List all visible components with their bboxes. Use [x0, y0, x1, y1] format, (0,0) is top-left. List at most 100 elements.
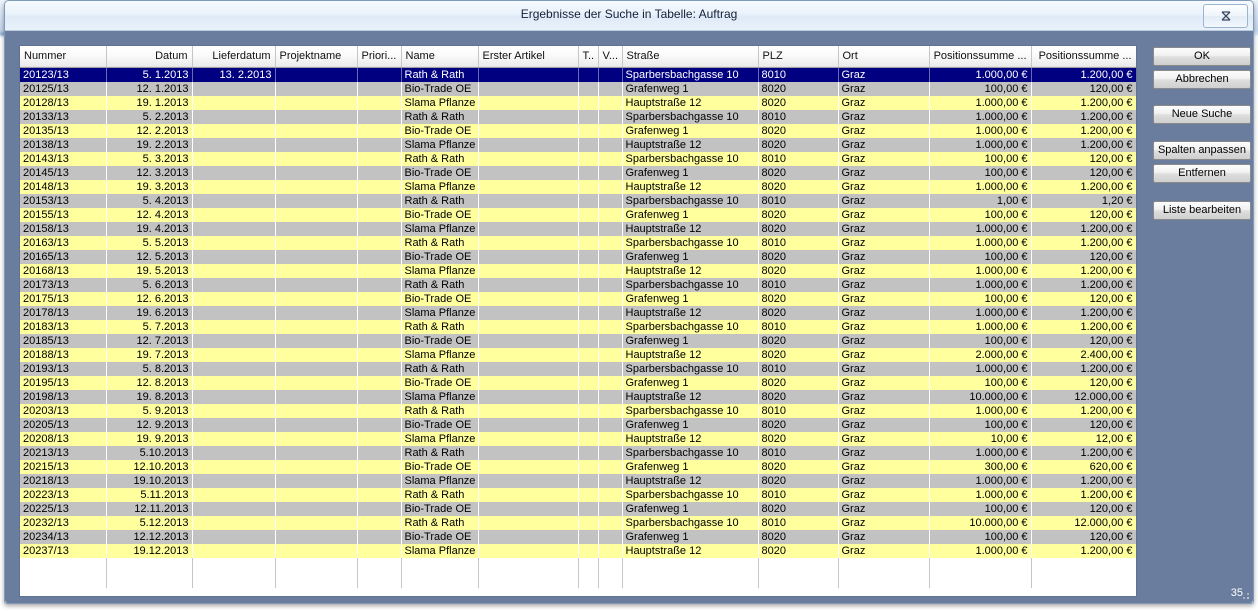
cell-r22-c6[interactable]: [478, 375, 579, 390]
cell-r8-c0[interactable]: 20148/13: [20, 179, 107, 194]
cell-r6-c11[interactable]: Graz: [838, 151, 930, 166]
cell-r29-c3[interactable]: [275, 473, 358, 488]
cell-r25-c9[interactable]: Grafenweg 1: [622, 417, 759, 432]
column-header-3[interactable]: Projektname: [275, 46, 358, 68]
cell-r20-c6[interactable]: [478, 347, 579, 362]
cell-r5-c8[interactable]: [598, 137, 623, 152]
cell-r10-c1[interactable]: 12. 4.2013: [106, 207, 193, 222]
cell-r6-c10[interactable]: 8010: [758, 151, 839, 166]
cell-r23-c11[interactable]: Graz: [838, 389, 930, 404]
column-header-6[interactable]: Erster Artikel: [478, 46, 579, 68]
cell-r9-c3[interactable]: [275, 193, 358, 208]
cell-r34-c10[interactable]: 8020: [758, 543, 839, 558]
cell-r22-c12[interactable]: 100,00 €: [929, 375, 1032, 390]
cell-r26-c8[interactable]: [598, 431, 623, 446]
cell-r32-c5[interactable]: Rath & Rath: [401, 515, 479, 530]
cell-r18-c13[interactable]: 1.200,00 €: [1031, 319, 1136, 334]
cell-r13-c1[interactable]: 12. 5.2013: [106, 249, 193, 264]
cell-r24-c13[interactable]: 1.200,00 €: [1031, 403, 1136, 418]
cell-r16-c5[interactable]: Bio-Trade OE: [401, 291, 479, 306]
cell-r3-c8[interactable]: [598, 109, 623, 124]
table-row[interactable]: 20188/13 19. 7.2013 Slama Pflanze Hauptstra…: [20, 347, 1136, 362]
cell-r3-c4[interactable]: [357, 109, 402, 124]
cell-r14-c8[interactable]: [598, 263, 623, 278]
cell-r14-c5[interactable]: Slama Pflanze: [401, 263, 479, 278]
cell-r5-c11[interactable]: Graz: [838, 137, 930, 152]
cell-r6-c7[interactable]: [578, 151, 599, 166]
cell-r7-c5[interactable]: Bio-Trade OE: [401, 165, 479, 180]
cell-r12-c12[interactable]: 1.000,00 €: [929, 235, 1032, 250]
table-row[interactable]: 20193/13 5. 8.2013 Rath & Rath Sparbersbach…: [20, 361, 1136, 376]
cell-r32-c0[interactable]: 20232/13: [20, 515, 107, 530]
cell-r20-c2[interactable]: [192, 347, 276, 362]
cell-r20-c3[interactable]: [275, 347, 358, 362]
cell-r13-c9[interactable]: Grafenweg 1: [622, 249, 759, 264]
cell-r9-c13[interactable]: 1,20 €: [1031, 193, 1136, 208]
cell-r23-c5[interactable]: Slama Pflanze: [401, 389, 479, 404]
cell-r11-c5[interactable]: Slama Pflanze: [401, 221, 479, 236]
cell-r27-c1[interactable]: 5.10.2013: [106, 445, 193, 460]
cell-r3-c5[interactable]: Rath & Rath: [401, 109, 479, 124]
cell-r17-c1[interactable]: 19. 6.2013: [106, 305, 193, 320]
cell-r14-c11[interactable]: Graz: [838, 263, 930, 278]
cell-r21-c8[interactable]: [598, 361, 623, 376]
column-header-11[interactable]: Ort: [838, 46, 930, 68]
cell-r0-c5[interactable]: Rath & Rath: [401, 67, 479, 82]
cell-r19-c7[interactable]: [578, 333, 599, 348]
column-header-7[interactable]: T..: [578, 46, 599, 68]
cell-r26-c2[interactable]: [192, 431, 276, 446]
cell-r21-c12[interactable]: 1.000,00 €: [929, 361, 1032, 376]
cell-r33-c12[interactable]: 100,00 €: [929, 529, 1032, 544]
cell-r3-c10[interactable]: 8010: [758, 109, 839, 124]
cell-r2-c4[interactable]: [357, 95, 402, 110]
cell-r30-c6[interactable]: [478, 487, 579, 502]
cell-r1-c8[interactable]: [598, 81, 623, 96]
cell-r31-c10[interactable]: 8020: [758, 501, 839, 516]
cell-r34-c1[interactable]: 19.12.2013: [106, 543, 193, 558]
cell-r19-c0[interactable]: 20185/13: [20, 333, 107, 348]
cell-r22-c3[interactable]: [275, 375, 358, 390]
table-row[interactable]: 20198/13 19. 8.2013 Slama Pflanze Hauptstra…: [20, 389, 1136, 404]
cell-r2-c7[interactable]: [578, 95, 599, 110]
cell-r18-c5[interactable]: Rath & Rath: [401, 319, 479, 334]
cell-r0-c7[interactable]: [578, 67, 599, 82]
cell-r7-c11[interactable]: Graz: [838, 165, 930, 180]
cell-r21-c5[interactable]: Rath & Rath: [401, 361, 479, 376]
cell-r19-c1[interactable]: 12. 7.2013: [106, 333, 193, 348]
cell-r11-c1[interactable]: 19. 4.2013: [106, 221, 193, 236]
cell-r17-c3[interactable]: [275, 305, 358, 320]
table-row[interactable]: 20128/13 19. 1.2013 Slama Pflanze Hauptstra…: [20, 95, 1136, 110]
cell-r13-c10[interactable]: 8020: [758, 249, 839, 264]
cell-r33-c4[interactable]: [357, 529, 402, 544]
column-header-4[interactable]: Priori...: [357, 46, 402, 68]
cell-r34-c7[interactable]: [578, 543, 599, 558]
cell-r26-c5[interactable]: Slama Pflanze: [401, 431, 479, 446]
cell-r25-c3[interactable]: [275, 417, 358, 432]
cell-r26-c12[interactable]: 10,00 €: [929, 431, 1032, 446]
cell-r23-c2[interactable]: [192, 389, 276, 404]
cell-r13-c2[interactable]: [192, 249, 276, 264]
cell-r13-c13[interactable]: 120,00 €: [1031, 249, 1136, 264]
cell-r15-c12[interactable]: 1.000,00 €: [929, 277, 1032, 292]
cell-r6-c4[interactable]: [357, 151, 402, 166]
cell-r33-c6[interactable]: [478, 529, 579, 544]
cell-r11-c12[interactable]: 1.000,00 €: [929, 221, 1032, 236]
cell-r20-c12[interactable]: 2.000,00 €: [929, 347, 1032, 362]
column-header-9[interactable]: Straße: [622, 46, 759, 68]
cell-r31-c2[interactable]: [192, 501, 276, 516]
cell-r3-c0[interactable]: 20133/13: [20, 109, 107, 124]
cell-r7-c1[interactable]: 12. 3.2013: [106, 165, 193, 180]
cell-r25-c2[interactable]: [192, 417, 276, 432]
cell-r28-c10[interactable]: 8020: [758, 459, 839, 474]
cell-r19-c2[interactable]: [192, 333, 276, 348]
cell-r33-c7[interactable]: [578, 529, 599, 544]
cell-r24-c12[interactable]: 1.000,00 €: [929, 403, 1032, 418]
cell-r7-c6[interactable]: [478, 165, 579, 180]
cell-r28-c9[interactable]: Grafenweg 1: [622, 459, 759, 474]
resize-grip[interactable]: [1239, 589, 1251, 601]
cell-r11-c10[interactable]: 8020: [758, 221, 839, 236]
cell-r19-c8[interactable]: [598, 333, 623, 348]
cell-r1-c6[interactable]: [478, 81, 579, 96]
cell-r34-c13[interactable]: 1.200,00 €: [1031, 543, 1136, 558]
cell-r26-c13[interactable]: 12,00 €: [1031, 431, 1136, 446]
